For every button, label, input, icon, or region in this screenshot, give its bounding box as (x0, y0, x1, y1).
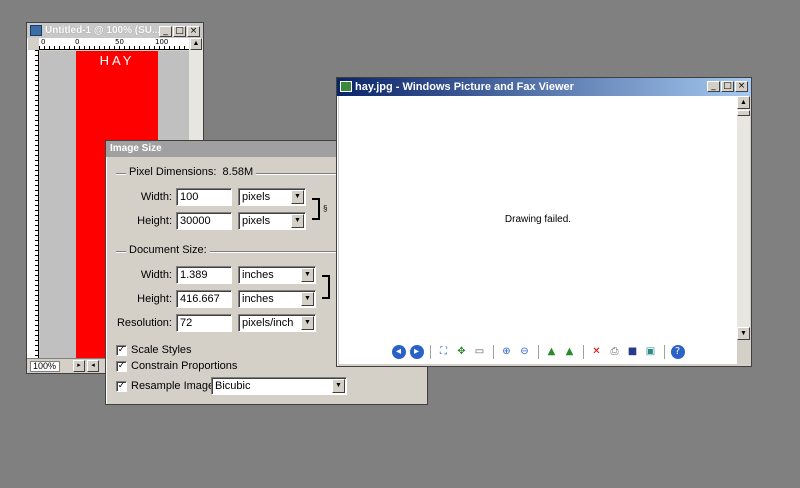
height-pixels-unit-select[interactable]: pixels ▼ (238, 212, 306, 230)
width-pixels-input[interactable]: 100 (176, 188, 232, 206)
zoom-out-icon[interactable]: ⊖ (518, 345, 532, 359)
image-text: HAY (99, 53, 135, 68)
close-button[interactable]: × (735, 81, 748, 92)
doc-width-label: Width: (140, 269, 172, 281)
viewer-window-controls: _ □ × (707, 81, 748, 92)
minimize-button[interactable]: _ (707, 81, 720, 92)
toolbar-separator (429, 345, 431, 359)
chevron-down-icon: ▼ (291, 214, 304, 228)
resolution-unit-select[interactable]: pixels/inch ▼ (238, 314, 316, 332)
actual-size-icon[interactable]: ✥ (455, 345, 469, 359)
resolution-label: Resolution: (116, 317, 172, 329)
previous-icon[interactable]: ◂ (391, 345, 406, 359)
photoshop-app-icon (30, 25, 42, 36)
scale-styles-checkbox[interactable]: ✓ Scale Styles (116, 344, 192, 356)
help-icon[interactable]: ? (670, 345, 685, 359)
resample-image-label: Resample Image: (131, 380, 218, 392)
doc-height-label: Height: (137, 293, 172, 305)
width-label: Width: (140, 191, 172, 203)
ruler-label: 0 (41, 38, 46, 46)
doc-width-unit-select[interactable]: inches ▼ (238, 266, 316, 284)
checkmark-icon: ✓ (116, 360, 127, 372)
viewer-vertical-scrollbar[interactable]: ▲ ▼ (737, 96, 750, 340)
chain-link-icon: § (323, 204, 328, 213)
viewer-title: hay.jpg - Windows Picture and Fax Viewer (355, 81, 574, 93)
ruler-label: 50 (115, 38, 124, 46)
chevron-down-icon: ▼ (301, 292, 314, 306)
doc-height-input[interactable]: 416.667 (176, 290, 232, 308)
pixel-link-bracket (312, 198, 320, 220)
ruler-label: 0 (75, 38, 80, 46)
constrain-proportions-checkbox[interactable]: ✓ Constrain Proportions (116, 360, 237, 372)
vertical-ruler (27, 50, 39, 358)
scroll-left-arrow-icon[interactable]: ◂ (87, 360, 99, 372)
maximize-button[interactable]: □ (721, 81, 734, 92)
width-pixels-unit-select[interactable]: pixels ▼ (238, 188, 306, 206)
scroll-thumb[interactable] (737, 110, 750, 116)
picture-viewer-icon (340, 81, 352, 92)
best-fit-icon[interactable]: ⛶ (437, 345, 451, 359)
doc-width-input[interactable]: 1.389 (176, 266, 232, 284)
horizontal-ruler: 0 0 50 100 (39, 38, 189, 50)
document-window-controls: _ □ × (159, 26, 200, 37)
ruler-label: 100 (155, 38, 169, 46)
save-icon[interactable]: ■ (626, 345, 640, 359)
doc-link-bracket (322, 275, 330, 299)
doc-height-unit-select[interactable]: inches ▼ (238, 290, 316, 308)
height-pixels-input[interactable]: 30000 (176, 212, 232, 230)
scale-styles-label: Scale Styles (131, 344, 192, 356)
pixel-dimensions-label: Pixel Dimensions: 8.58M (126, 166, 257, 178)
scroll-up-arrow-icon[interactable]: ▲ (190, 38, 202, 50)
zoom-in-icon[interactable]: ⊕ (500, 345, 514, 359)
edit-icon[interactable]: ▣ (644, 345, 658, 359)
slideshow-icon[interactable]: ▭ (473, 345, 487, 359)
checkmark-icon: ✓ (116, 344, 127, 356)
close-button[interactable]: × (187, 26, 200, 37)
resample-image-checkbox[interactable]: ✓ Resample Image: (116, 380, 217, 392)
chevron-down-icon: ▼ (301, 268, 314, 282)
status-menu-icon[interactable]: ▸ (73, 360, 85, 372)
image-display-area: Drawing failed. (339, 96, 737, 364)
print-icon[interactable]: ⎙ (608, 345, 622, 359)
checkmark-icon: ✓ (116, 380, 127, 392)
next-icon[interactable]: ▸ (409, 345, 424, 359)
viewer-toolbar: ◂ ▸ ⛶ ✥ ▭ ⊕ ⊖ ▲ ▲ ✕ ⎙ ■ ▣ ? (339, 342, 737, 362)
height-label: Height: (137, 215, 172, 227)
delete-icon[interactable]: ✕ (590, 345, 604, 359)
rotate-clockwise-icon[interactable]: ▲ (545, 345, 559, 359)
resolution-input[interactable]: 72 (176, 314, 232, 332)
document-size-label: Document Size: (126, 244, 210, 256)
chevron-down-icon: ▼ (332, 379, 345, 393)
constrain-proportions-label: Constrain Proportions (131, 360, 238, 372)
zoom-field[interactable]: 100% (30, 361, 60, 372)
scroll-up-arrow-icon[interactable]: ▲ (737, 96, 750, 109)
toolbar-separator (492, 345, 494, 359)
drawing-failed-message: Drawing failed. (504, 214, 572, 225)
chevron-down-icon: ▼ (291, 190, 304, 204)
scroll-down-arrow-icon[interactable]: ▼ (737, 327, 750, 340)
toolbar-separator (582, 345, 584, 359)
pixel-dimensions-value: 8.58M (222, 166, 254, 178)
viewer-title-bar[interactable]: hay.jpg - Windows Picture and Fax Viewer (337, 78, 751, 96)
toolbar-separator (537, 345, 539, 359)
resample-method-select[interactable]: Bicubic ▼ (211, 377, 347, 395)
picture-viewer-window[interactable]: hay.jpg - Windows Picture and Fax Viewer… (336, 77, 752, 367)
chevron-down-icon: ▼ (301, 316, 314, 330)
toolbar-separator (663, 345, 665, 359)
minimize-button[interactable]: _ (159, 26, 172, 37)
rotate-counterclockwise-icon[interactable]: ▲ (563, 345, 577, 359)
maximize-button[interactable]: □ (173, 26, 186, 37)
